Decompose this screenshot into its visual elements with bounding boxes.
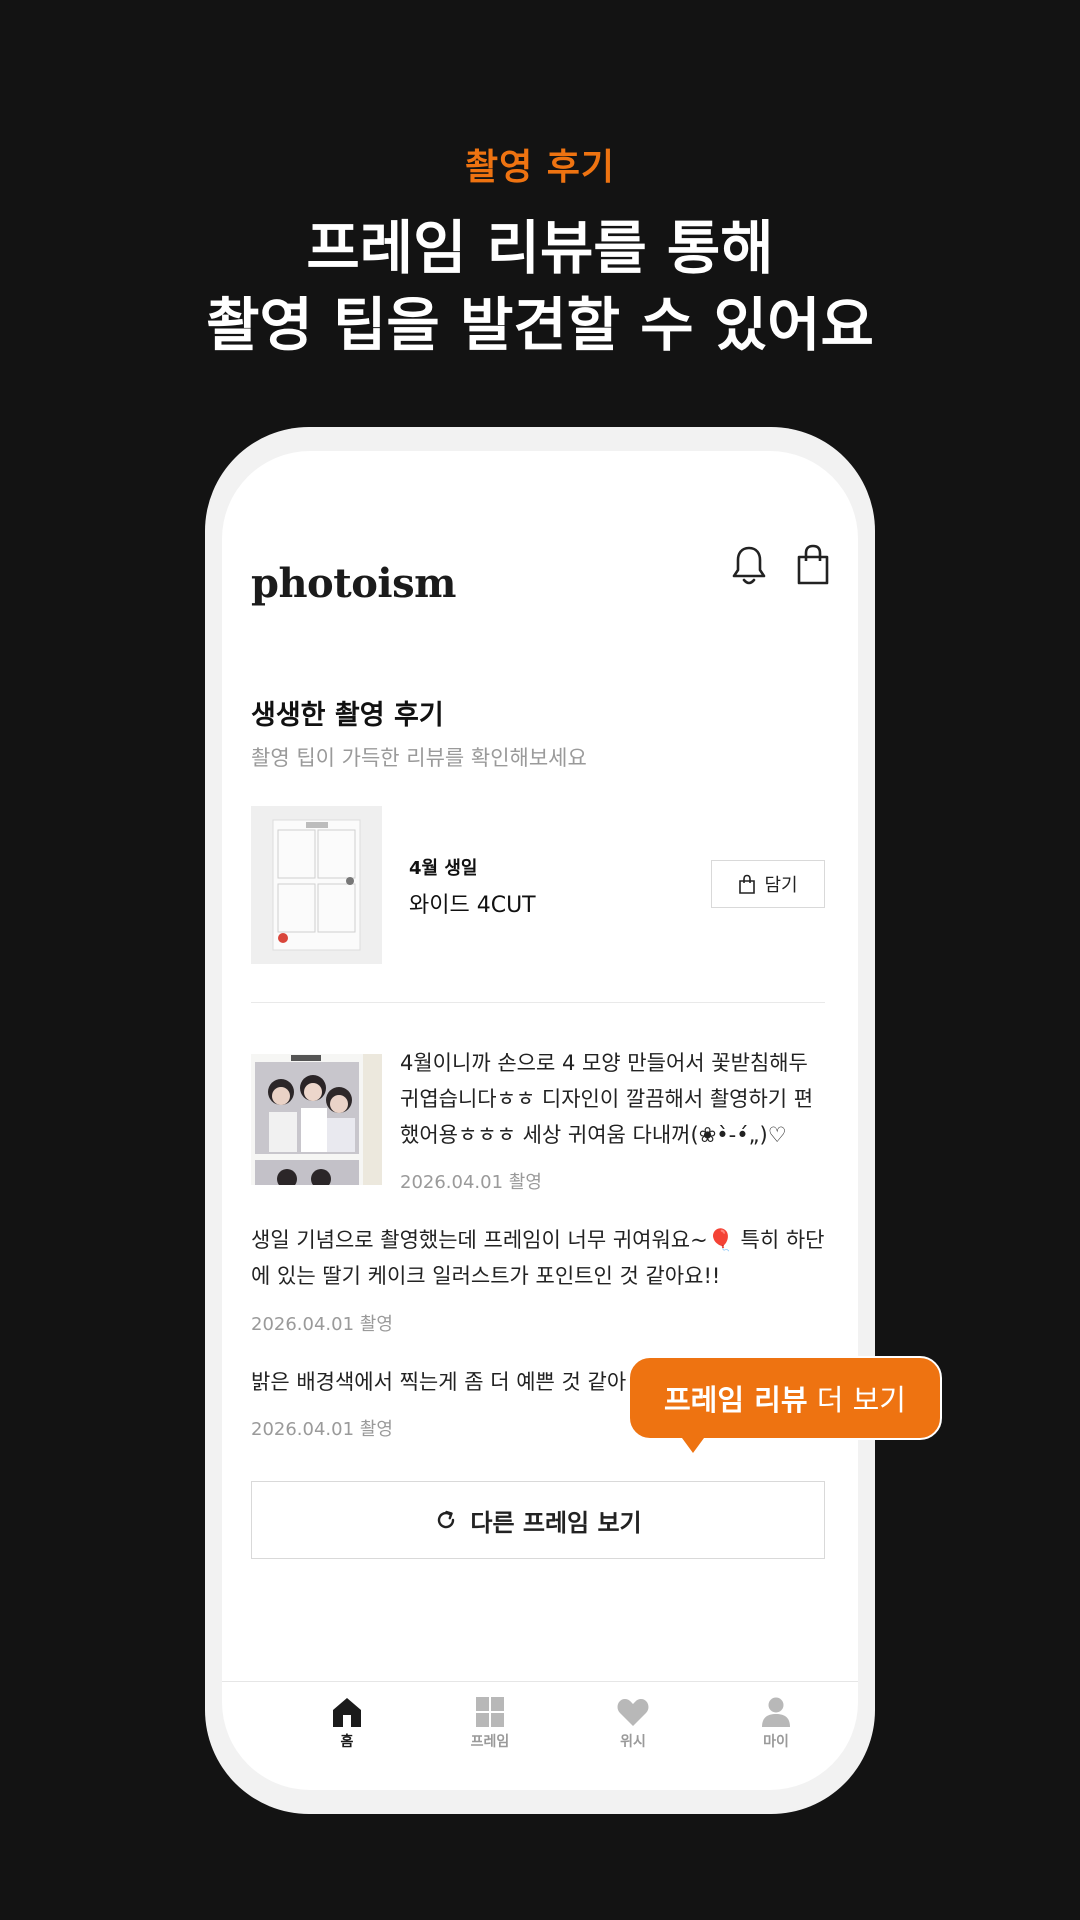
frame-category: 4월 생일	[409, 858, 478, 879]
app-logo[interactable]: photoism	[251, 560, 456, 607]
review-text-3: 밝은 배경색에서 찍는게 좀 더 예쁜 것 같아	[251, 1370, 627, 1394]
review-date-3: 2026.04.01 촬영	[251, 1419, 393, 1440]
promo-headline-line2: 촬영 팁을 발견할 수 있어요	[206, 291, 874, 359]
review-text-2: 생일 기념으로 촬영했는데 프레임이 너무 귀여워요~🎈 특히 하단에 있는 딸…	[251, 1228, 825, 1288]
frame-thumbnail[interactable]	[251, 806, 382, 964]
frame-review-tooltip[interactable]: 프레임 리뷰 더 보기	[628, 1356, 942, 1440]
tab-wish[interactable]: 위시	[588, 1696, 678, 1751]
divider	[251, 1002, 825, 1003]
tab-home[interactable]: 홈	[302, 1696, 392, 1751]
tooltip-bold-text: 프레임 리뷰	[664, 1383, 808, 1417]
person-icon	[762, 1697, 790, 1727]
review-text-1: 4월이니까 손으로 4 모양 만들어서 꽃받침해두 귀엽습니다ㅎㅎ 디자인이 깔…	[400, 1051, 814, 1147]
frame-name[interactable]: 와이드 4CUT	[409, 887, 536, 919]
promo-headline: 프레임 리뷰를 통해 촬영 팁을 발견할 수 있어요	[0, 210, 1080, 364]
app-screen: photoism 생생한 촬영 후기 촬영 팁이 가득한 리뷰를 확인해보세요	[222, 451, 858, 1790]
tabbar-divider	[222, 1681, 858, 1682]
tab-frame-label: 프레임	[470, 1734, 510, 1750]
frame-grid-icon	[476, 1697, 504, 1727]
bell-icon[interactable]	[730, 543, 768, 587]
refresh-icon	[438, 1510, 455, 1529]
tab-wish-label: 위시	[620, 1734, 646, 1750]
section-title: 생생한 촬영 후기	[251, 700, 444, 731]
review-date-2: 2026.04.01 촬영	[251, 1314, 393, 1335]
tab-frame[interactable]: 프레임	[445, 1696, 535, 1751]
add-to-cart-button[interactable]: 담기	[711, 860, 825, 908]
bag-icon	[739, 874, 756, 894]
add-to-cart-label: 담기	[764, 875, 798, 896]
review-date-1: 2026.04.01 촬영	[400, 1172, 542, 1193]
other-frame-button[interactable]: 다른 프레임 보기	[251, 1481, 825, 1559]
section-subtitle: 촬영 팁이 가득한 리뷰를 확인해보세요	[251, 746, 587, 770]
heart-icon	[617, 1699, 649, 1726]
tab-home-label: 홈	[340, 1734, 354, 1750]
tooltip-tail	[682, 1438, 704, 1453]
promo-headline-line1: 프레임 리뷰를 통해	[306, 214, 774, 282]
tooltip-rest-text: 더 보기	[807, 1383, 906, 1417]
tab-my[interactable]: 마이	[731, 1696, 821, 1751]
promo-eyebrow: 촬영 후기	[464, 147, 615, 188]
tab-my-label: 마이	[763, 1734, 789, 1750]
shopping-bag-icon[interactable]	[794, 543, 832, 587]
phone-mockup: photoism 생생한 촬영 후기 촬영 팁이 가득한 리뷰를 확인해보세요	[205, 427, 875, 1814]
review-photo[interactable]	[251, 1054, 382, 1185]
home-icon	[333, 1698, 361, 1727]
other-frame-label: 다른 프레임 보기	[470, 1508, 642, 1537]
